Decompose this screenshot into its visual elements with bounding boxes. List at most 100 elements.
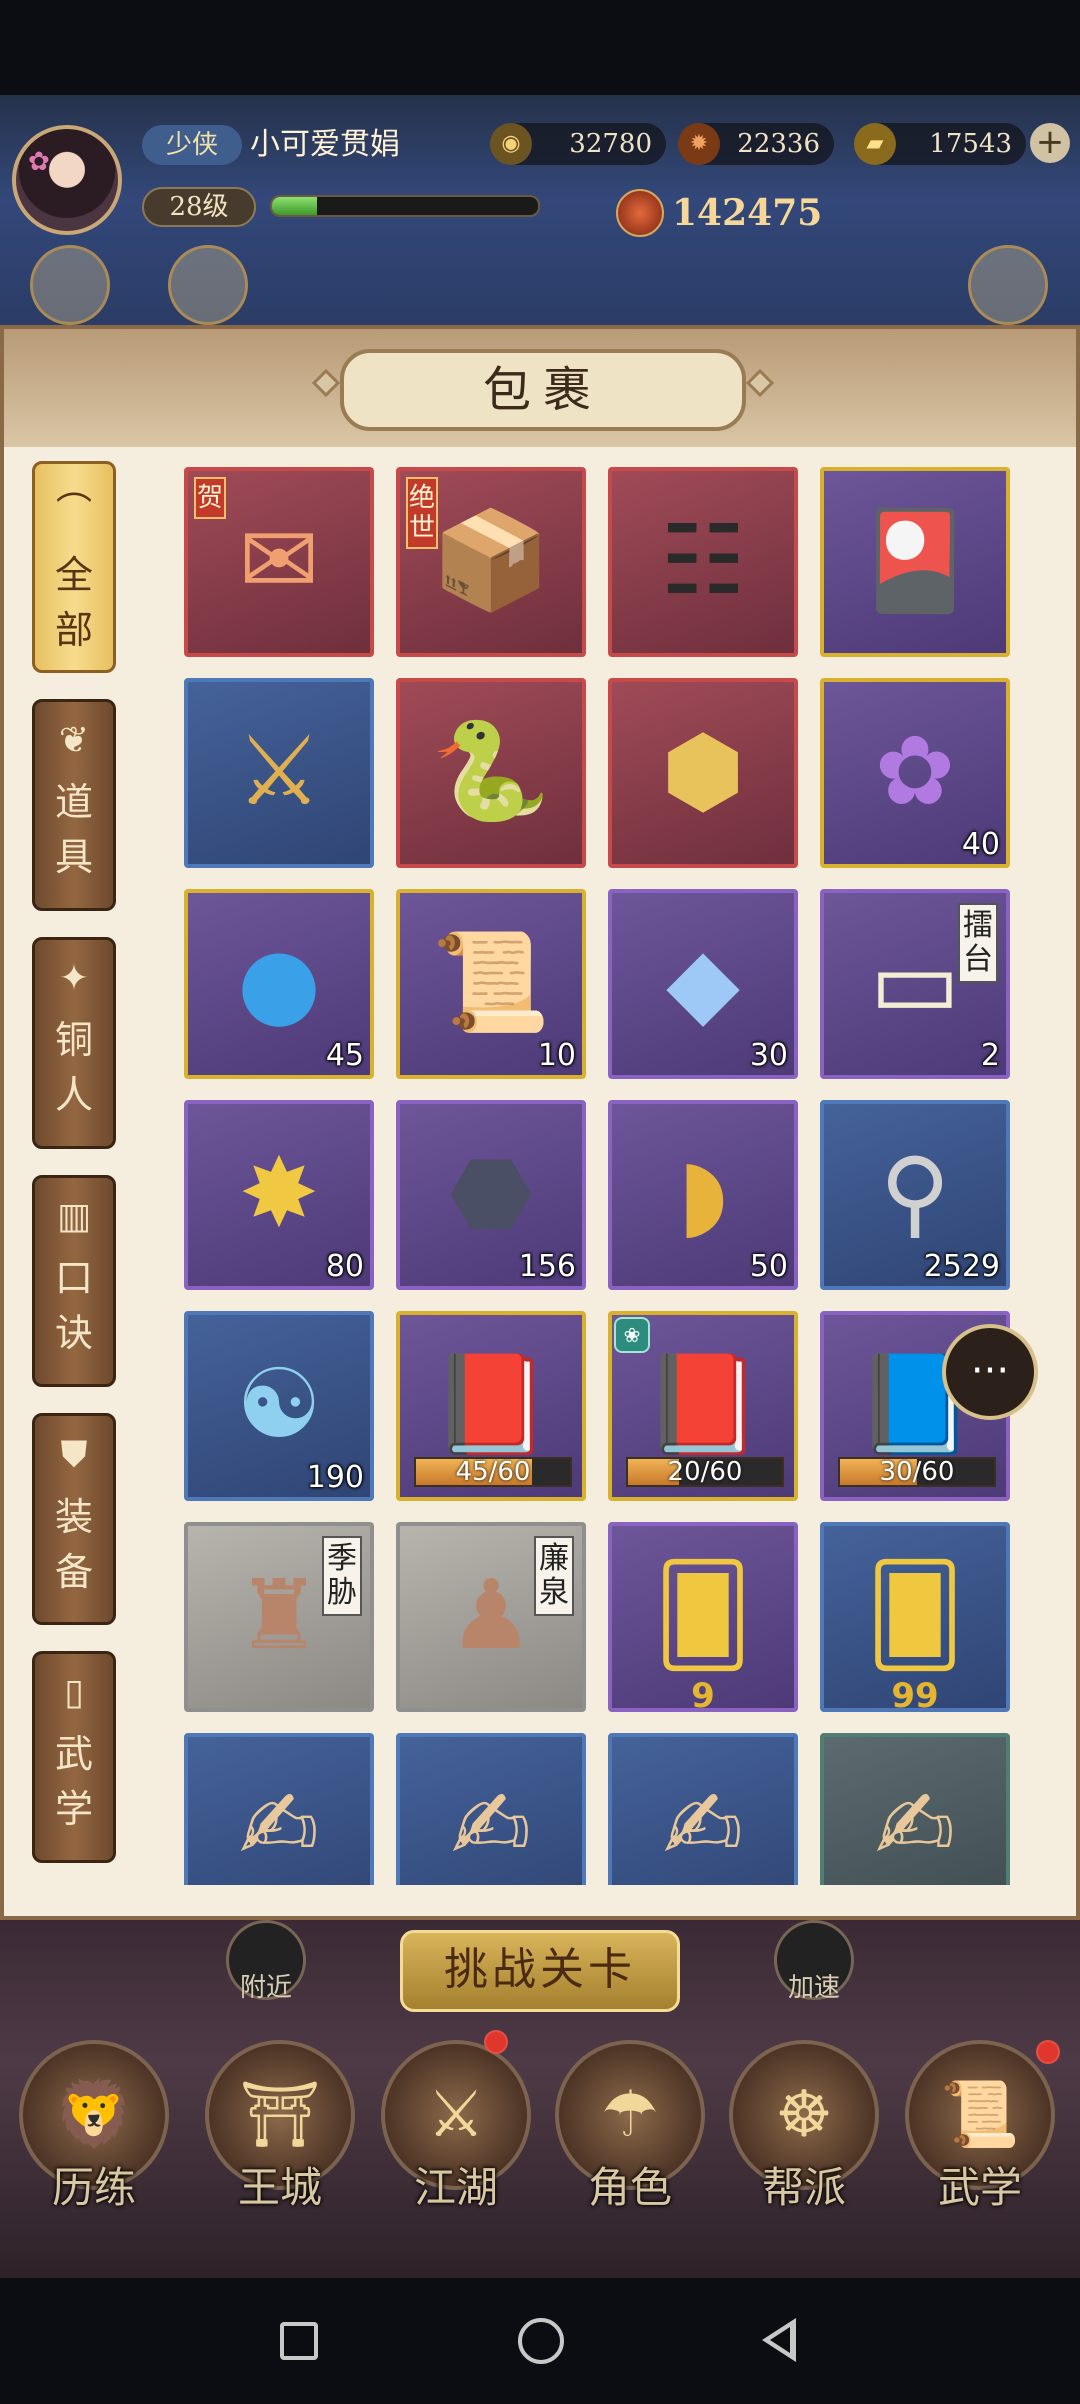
inventory-item[interactable]: 📦 绝世: [396, 467, 586, 657]
inventory-item[interactable]: ⚔: [184, 678, 374, 868]
fragment-progress-text: 20/60: [667, 1457, 743, 1487]
tab-label-top: 道: [54, 780, 93, 824]
inventory-item[interactable]: ✍: [608, 1733, 798, 1885]
armor-icon: ⛊: [60, 1434, 88, 1475]
inventory-item[interactable]: ♟ 廉泉: [396, 1522, 586, 1712]
notification-dot: [484, 2030, 508, 2054]
inventory-item[interactable]: ▭ 擂台 2: [820, 889, 1010, 1079]
speed-up-button[interactable]: 加速: [774, 1920, 854, 2003]
nav-scroll-stack[interactable]: 📜 武学: [900, 2040, 1060, 2240]
inventory-item[interactable]: ✿ 40: [820, 678, 1010, 868]
tab-armor[interactable]: ⛊ 装备: [32, 1413, 116, 1625]
inventory-item[interactable]: ✍: [820, 1733, 1010, 1885]
tab-label-bottom: 人: [54, 1073, 93, 1117]
gold-ingot-value: 17543: [929, 129, 1012, 159]
inventory-item[interactable]: ☷: [608, 467, 798, 657]
item-count: 2: [980, 1038, 1000, 1073]
inventory-item[interactable]: ◆ 30: [608, 889, 798, 1079]
figure-icon: ✦: [58, 958, 90, 999]
gold-ingot-counter: ▰ 17543: [854, 123, 1026, 165]
nav-label: 角色: [587, 2163, 672, 2212]
inventory-item[interactable]: 🐍: [396, 678, 586, 868]
player-avatar[interactable]: ✿: [12, 125, 122, 235]
tab-label-top: 口: [54, 1256, 93, 1300]
item-special-tag: 绝世: [406, 477, 438, 549]
tab-label-bottom: 学: [54, 1787, 93, 1831]
martial-parchment-icon: ✍: [238, 1770, 320, 1882]
nearby-button[interactable]: 附近: [226, 1920, 306, 2003]
fragment-progress-bar: 45/60: [414, 1457, 572, 1487]
item-count: 45: [325, 1038, 364, 1073]
inventory-item[interactable]: ⚲ 2529: [820, 1100, 1010, 1290]
compass-icon[interactable]: [168, 245, 248, 325]
home-button[interactable]: [518, 2318, 564, 2364]
inventory-item[interactable]: ☯ 190: [184, 1311, 374, 1501]
ore-value: 22336: [737, 129, 820, 159]
inventory-item[interactable]: ✸ 80: [184, 1100, 374, 1290]
item-special-tag: 贺: [194, 477, 226, 519]
tab-label-bottom: 具: [54, 835, 93, 879]
inventory-item[interactable]: ◗ 50: [608, 1100, 798, 1290]
nav-clan-seal[interactable]: ☸ 帮派: [724, 2040, 884, 2240]
item-count: 2529: [923, 1249, 1000, 1284]
nav-label: 江湖: [413, 2163, 498, 2212]
book-icon: ▯: [64, 1672, 84, 1713]
inventory-item[interactable]: 📜 10: [396, 889, 586, 1079]
player-name: 小可爱贯娟: [250, 127, 400, 162]
item-count: 50: [749, 1249, 788, 1284]
tab-book[interactable]: ▯ 武学: [32, 1651, 116, 1863]
chat-bubble-button[interactable]: ···: [942, 1324, 1038, 1420]
building-icon[interactable]: [30, 245, 110, 325]
tab-figure[interactable]: ✦ 铜人: [32, 937, 116, 1149]
pouch-icon: ❦: [58, 720, 90, 761]
tab-pouch[interactable]: ❦ 道具: [32, 699, 116, 911]
inventory-item[interactable]: 🎴: [820, 467, 1010, 657]
inventory-item[interactable]: ✍: [396, 1733, 586, 1885]
back-button[interactable]: [762, 2318, 796, 2362]
copper-coin-value: 32780: [569, 129, 652, 159]
inventory-item[interactable]: 📕 ❀ 20/60: [608, 1311, 798, 1501]
gold-ore-icon: ⬢: [661, 715, 745, 827]
copper-coin-icon: ◉: [490, 123, 532, 165]
inventory-item[interactable]: ● 45: [184, 889, 374, 1079]
nav-label: 武学: [937, 2163, 1022, 2212]
nav-lion-mask[interactable]: 🦁 历练: [14, 2040, 174, 2240]
folding-fan-icon: ⌒: [55, 491, 92, 532]
ore-icon: ✹: [678, 123, 720, 165]
martial-parchment-icon: ✍: [450, 1770, 532, 1882]
tab-label-bottom: 备: [54, 1550, 93, 1594]
inventory-panel: 包裹 ⌒ 全部 ❦ 道具 ✦ 铜人 ▥ 口诀 ⛊ 装备 ▯ 武学 ✉ 贺 📦 绝世 ☷ 🎴 ⚔ 🐍 ⬢ ✿ 40 ● 45 📜 1…: [0, 325, 1080, 1920]
inventory-item[interactable]: ⬢: [608, 678, 798, 868]
nav-straw-hat-hero[interactable]: ☂ 角色: [550, 2040, 710, 2240]
nav-label: 帮派: [761, 2163, 846, 2212]
item-count: 190: [306, 1460, 364, 1495]
inventory-item[interactable]: ⬣ 156: [396, 1100, 586, 1290]
inventory-item[interactable]: 📕 45/60: [396, 1311, 586, 1501]
inventory-item[interactable]: 🂠 9: [608, 1522, 798, 1712]
nav-sword-pin[interactable]: ⚔ 江湖: [376, 2040, 536, 2240]
add-currency-button[interactable]: +: [1030, 123, 1070, 163]
flower-icon: ✿: [28, 147, 50, 177]
lotus-badge-icon: ❀: [614, 1317, 650, 1353]
speed-up-label: 加速: [787, 1973, 840, 2003]
tab-label-top: 武: [54, 1732, 93, 1776]
tab-label-top: 装: [54, 1495, 93, 1539]
silhouette-scroll-icon: ☷: [659, 504, 747, 616]
inventory-item[interactable]: ✍: [184, 1733, 374, 1885]
nav-label: 历练: [51, 2163, 136, 2212]
item-count: 30: [749, 1038, 788, 1073]
fragment-progress-text: 30/60: [879, 1457, 955, 1487]
martial-parchment-icon: ✍: [662, 1770, 744, 1882]
tab-scroll-bars[interactable]: ▥ 口诀: [32, 1175, 116, 1387]
tab-folding-fan[interactable]: ⌒ 全部: [32, 461, 116, 673]
inventory-item[interactable]: ♜ 季胁: [184, 1522, 374, 1712]
nav-palace-gate[interactable]: ⛩ 王城: [200, 2040, 360, 2240]
challenge-stage-button[interactable]: 挑战关卡: [400, 1930, 680, 2012]
recent-apps-button[interactable]: [280, 2322, 318, 2360]
inventory-item[interactable]: 🂠 99: [820, 1522, 1010, 1712]
title-ornament-right: [745, 368, 775, 398]
tab-label-bottom: 部: [54, 608, 93, 652]
event-icon[interactable]: [968, 245, 1048, 325]
scroll-bars-icon: ▥: [56, 1196, 91, 1237]
inventory-item[interactable]: ✉ 贺: [184, 467, 374, 657]
